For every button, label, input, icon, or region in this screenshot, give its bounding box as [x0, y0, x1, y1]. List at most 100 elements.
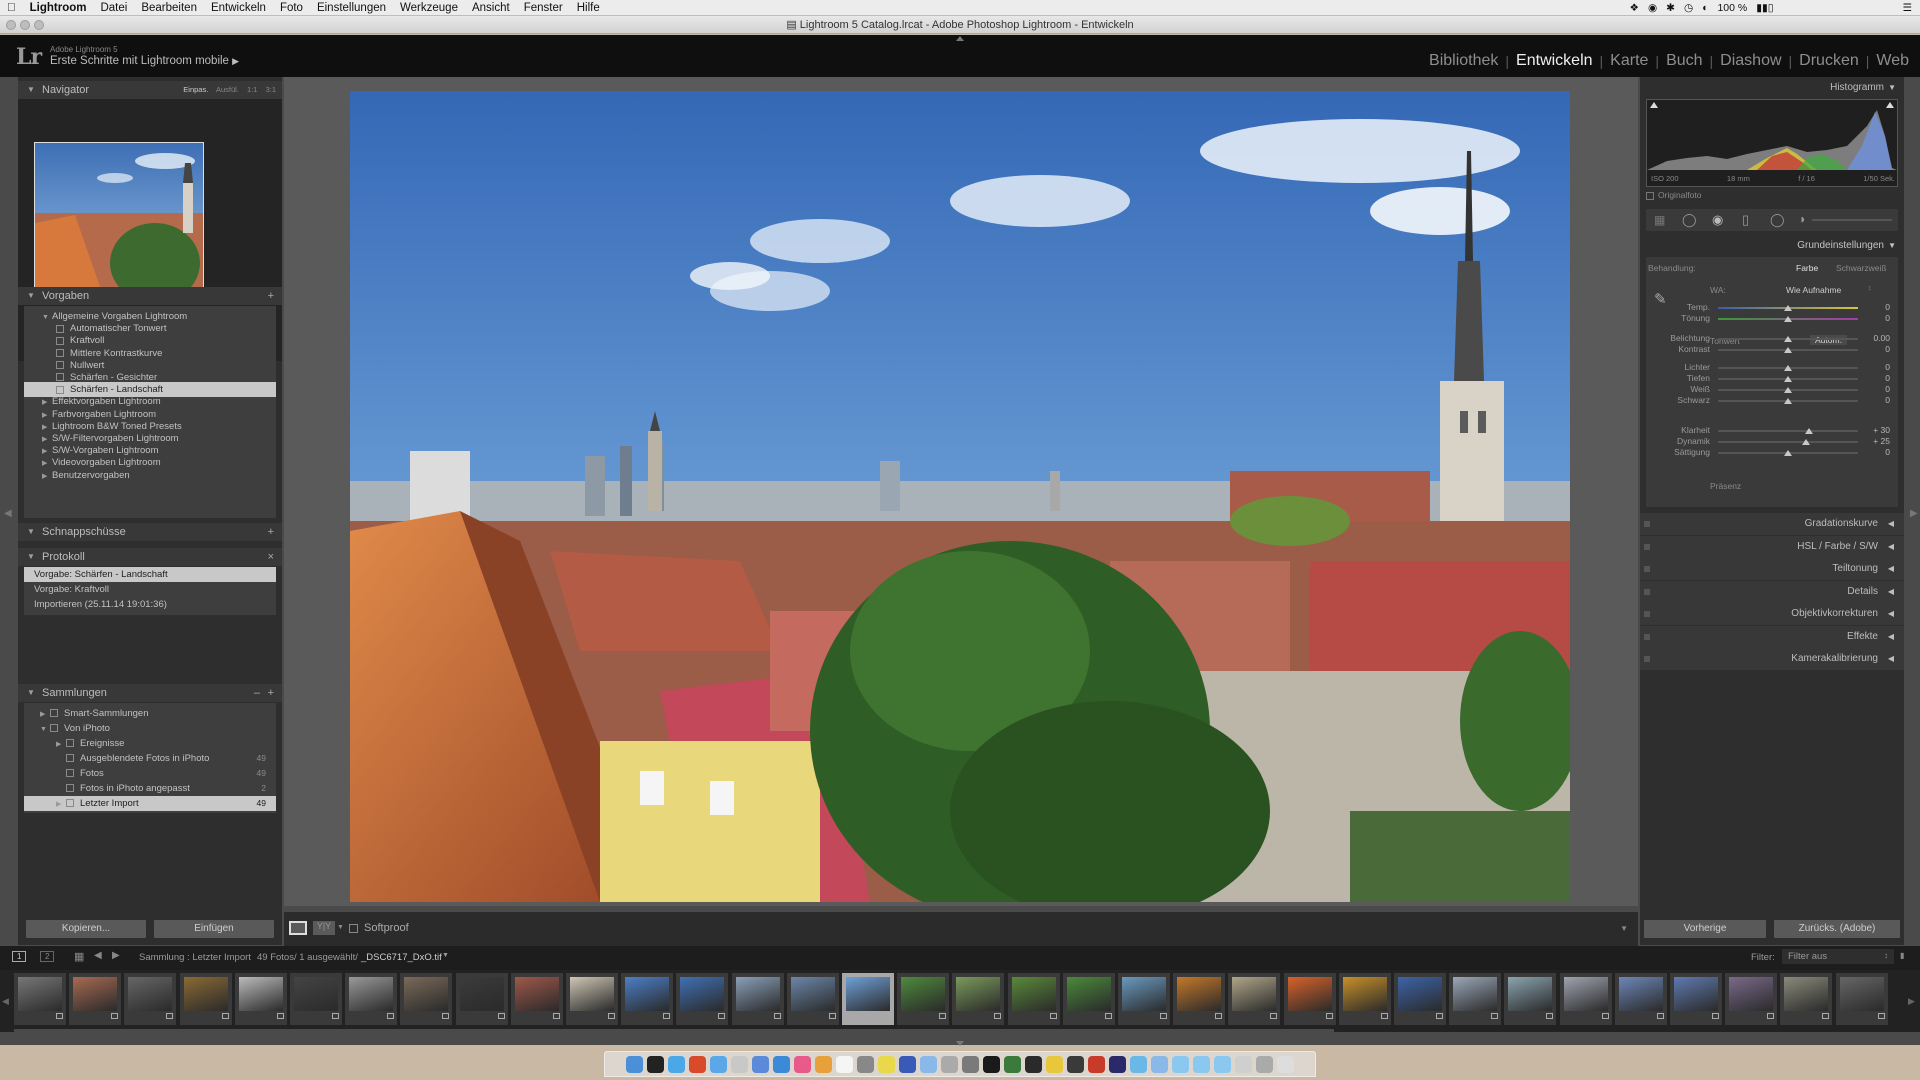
filmstrip-thumbnail[interactable] — [1670, 973, 1722, 1025]
menu-fenster[interactable]: Fenster — [517, 2, 570, 14]
dock-app-icon[interactable] — [1235, 1055, 1252, 1073]
filter-lock-icon[interactable]: ▮ — [1900, 951, 1904, 960]
zoom-fit[interactable]: Einpas. — [183, 85, 208, 94]
crop-tool-icon[interactable]: ▦ — [1654, 213, 1665, 227]
treatment-bw-button[interactable]: Schwarzweiß — [1836, 263, 1887, 273]
module-entwickeln[interactable]: Entwickeln — [1509, 52, 1599, 70]
section-toggle-icon[interactable] — [1644, 566, 1650, 572]
collapse-right-panel-icon[interactable]: ▶ — [1910, 508, 1918, 519]
slider-value[interactable]: 0 — [1868, 302, 1890, 312]
dock-app-icon[interactable] — [710, 1055, 727, 1073]
collection-item[interactable]: ▶ Smart-Sammlungen — [24, 706, 276, 721]
filter-select[interactable]: Filter aus — [1782, 949, 1894, 964]
slider-value[interactable]: 0 — [1868, 373, 1890, 383]
chevron-down-icon[interactable]: ▼ — [442, 952, 449, 959]
filmstrip-thumbnail[interactable] — [1449, 973, 1502, 1025]
zoom-1-1[interactable]: 1:1 — [247, 85, 257, 94]
filmstrip-thumbnail[interactable] — [1394, 973, 1446, 1025]
filmstrip-thumbnail[interactable] — [179, 973, 232, 1025]
slider-value[interactable]: 0 — [1868, 313, 1890, 323]
red-eye-icon[interactable]: ◉ — [1712, 212, 1723, 228]
history-item[interactable]: Vorgabe: Kraftvoll — [24, 582, 276, 597]
filmstrip-scrollbar[interactable] — [14, 1029, 1334, 1032]
navigator-header[interactable]: ▼ Navigator Einpas. Ausfül. 1:1 3:1 — [18, 81, 282, 99]
filmstrip-thumbnail[interactable] — [1725, 973, 1778, 1025]
copy-settings-button[interactable]: Kopieren... — [26, 920, 146, 938]
filmstrip-thumbnail[interactable] — [897, 973, 950, 1025]
menu-ansicht[interactable]: Ansicht — [465, 2, 517, 14]
dock-app-icon[interactable] — [626, 1055, 643, 1073]
zoom-fill[interactable]: Ausfül. — [216, 85, 239, 94]
dock-app-icon[interactable] — [1256, 1055, 1273, 1073]
minimize-window-button[interactable] — [20, 20, 30, 30]
dock-app-icon[interactable] — [899, 1055, 916, 1073]
collections-header[interactable]: ▼ Sammlungen – + — [18, 684, 282, 702]
module-drucken[interactable]: Drucken — [1792, 52, 1866, 70]
collapse-left-panel-icon[interactable]: ◀ — [4, 508, 12, 519]
treatment-color-button[interactable]: Farbe — [1796, 263, 1818, 273]
loupe-view-icon[interactable] — [289, 921, 307, 935]
slider-knob[interactable] — [1784, 336, 1792, 342]
brush-size-slider[interactable] — [1812, 219, 1892, 221]
main-photo[interactable] — [350, 91, 1570, 902]
forward-arrow-icon[interactable]: ▶ — [112, 950, 120, 961]
section-kamerakalibrierung[interactable]: Kamerakalibrierung ◀ — [1640, 648, 1904, 670]
slider-value[interactable]: + 25 — [1868, 436, 1890, 446]
module-buch[interactable]: Buch — [1659, 52, 1709, 70]
filmstrip-scroll-left-icon[interactable]: ◀ — [2, 996, 9, 1007]
grid-view-icon[interactable]: ▦ — [74, 950, 84, 963]
slider-value[interactable]: + 30 — [1868, 425, 1890, 435]
slider-track[interactable] — [1718, 441, 1858, 443]
dock-app-icon[interactable] — [962, 1055, 979, 1073]
disclosure-triangle-icon[interactable]: ▶ — [56, 737, 66, 752]
back-arrow-icon[interactable]: ◀ — [94, 950, 102, 961]
shadow-clipping-icon[interactable] — [1650, 102, 1658, 108]
slider-knob[interactable] — [1784, 387, 1792, 393]
radial-filter-icon[interactable]: ◯ — [1770, 212, 1785, 228]
preset-item[interactable]: ▶ Benutzervorgaben — [24, 468, 276, 483]
dock-app-icon[interactable] — [1025, 1055, 1042, 1073]
toolbar-menu-icon[interactable]: ▼ — [1620, 924, 1628, 933]
collection-item[interactable]: Ausgeblendete Fotos in iPhoto 49 — [24, 751, 276, 766]
dropbox-icon[interactable]: ❖ — [1630, 2, 1639, 14]
clear-history-icon[interactable]: × — [268, 548, 274, 566]
disclosure-triangle-icon[interactable]: ▶ — [42, 469, 52, 484]
filmstrip-thumbnail[interactable] — [1614, 973, 1667, 1025]
filmstrip-thumbnail[interactable] — [14, 973, 66, 1025]
disclosure-triangle-icon[interactable]: ▼ — [40, 722, 50, 737]
dock-app-icon[interactable] — [1193, 1055, 1210, 1073]
add-snapshot-icon[interactable]: + — [268, 523, 274, 541]
zoom-3-1[interactable]: 3:1 — [266, 85, 276, 94]
wifi-icon[interactable]: ◐ — [1702, 2, 1708, 14]
spot-removal-icon[interactable]: ◯ — [1682, 212, 1697, 228]
filmstrip-thumbnail[interactable] — [1062, 973, 1115, 1025]
collapse-top-panel-icon[interactable] — [956, 36, 964, 41]
filmstrip-thumbnail[interactable] — [69, 973, 122, 1025]
dock-app-icon[interactable] — [920, 1055, 937, 1073]
dock-app-icon[interactable] — [794, 1055, 811, 1073]
collection-item[interactable]: ▶ Ereignisse — [24, 736, 276, 751]
filmstrip-thumbnail[interactable] — [124, 973, 177, 1025]
dock-app-icon[interactable] — [731, 1055, 748, 1073]
slider-knob[interactable] — [1784, 376, 1792, 382]
slider-knob[interactable] — [1784, 316, 1792, 322]
disclosure-triangle-icon[interactable]: ▶ — [56, 797, 66, 812]
slider-knob[interactable] — [1784, 305, 1792, 311]
slider-value[interactable]: 0 — [1868, 384, 1890, 394]
histogram-header[interactable]: Histogramm ▼ — [1640, 79, 1904, 97]
dock-app-icon[interactable] — [1109, 1055, 1126, 1073]
filmstrip-thumbnail[interactable] — [566, 973, 618, 1025]
section-toggle-icon[interactable] — [1644, 633, 1650, 640]
filmstrip-thumbnail[interactable] — [234, 973, 287, 1025]
dock-app-icon[interactable] — [647, 1055, 664, 1073]
chevron-down-icon[interactable]: ↕ — [1868, 285, 1872, 292]
filmstrip-thumbnail[interactable] — [952, 973, 1005, 1025]
dock-app-icon[interactable] — [1214, 1055, 1231, 1073]
section-hsl-farbe-s-w[interactable]: HSL / Farbe / S/W ◀ — [1640, 535, 1904, 558]
notification-center-icon[interactable]: ☰ — [1903, 2, 1912, 14]
slider-knob[interactable] — [1801, 439, 1810, 445]
slider-knob[interactable] — [1784, 365, 1792, 371]
collection-item[interactable]: Fotos in iPhoto angepasst 2 — [24, 781, 276, 796]
module-diashow[interactable]: Diashow — [1713, 52, 1788, 70]
section-gradationskurve[interactable]: Gradationskurve ◀ — [1640, 513, 1904, 535]
